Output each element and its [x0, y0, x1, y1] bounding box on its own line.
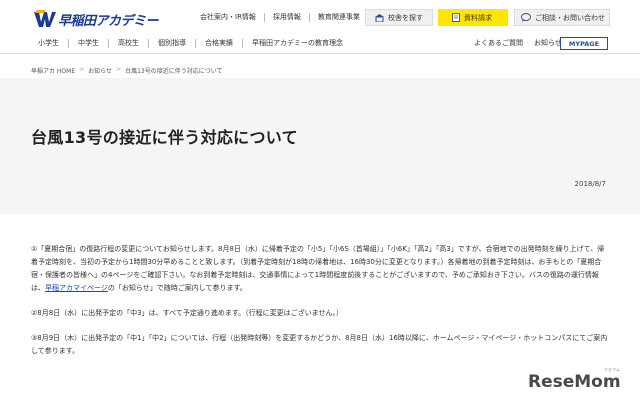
- contact-button[interactable]: ご相談・お問い合わせ: [514, 9, 610, 26]
- paragraph-1: ①「夏期合宿」の復路行程の変更についてお知らせします。8月8日（水）に帰着予定の…: [31, 243, 611, 295]
- article-body: ①「夏期合宿」の復路行程の変更についてお知らせします。8月8日（水）に帰着予定の…: [31, 243, 611, 370]
- speech-bubble-icon: [521, 13, 531, 22]
- nav-item-results[interactable]: 合格実績: [195, 39, 242, 48]
- global-nav: 小学生 中学生 高校生 個別指導 合格実績 早稲田アカデミーの教育理念 よくある…: [0, 34, 640, 54]
- nav-item-news[interactable]: お知らせ: [534, 39, 562, 48]
- nav-item-philosophy[interactable]: 早稲田アカデミーの教育理念: [242, 39, 352, 48]
- nav-item-individual[interactable]: 個別指導: [148, 39, 195, 48]
- mypage-button[interactable]: MYPAGE: [560, 37, 608, 50]
- school-building-icon: [375, 13, 384, 22]
- global-nav-items: 小学生 中学生 高校生 個別指導 合格実績 早稲田アカデミーの教育理念: [30, 39, 352, 48]
- resemom-watermark-sub: リセマム: [604, 367, 620, 372]
- paragraph-2: ②8月8日（水）に出発予定の「中3」は、すべて予定通り進めます。（行程に変更はご…: [31, 309, 343, 317]
- breadcrumb-separator: >: [116, 66, 122, 73]
- sub-nav: よくあるご質問 お知らせ: [474, 39, 573, 48]
- logo-w-icon: [34, 10, 56, 27]
- top-link-recruit[interactable]: 採用情報: [263, 13, 309, 22]
- nav-item-faq[interactable]: よくあるご質問: [474, 39, 523, 48]
- top-links: 会社案内・IR情報 採用情報 教育関連事業: [192, 13, 368, 22]
- material-request-button[interactable]: 資料請求: [438, 9, 508, 26]
- breadcrumb: 早稲アカ HOME > お知らせ > 台風13号の接近に伴う対応について: [31, 66, 223, 75]
- site-logo[interactable]: 早稲田アカデミー: [34, 9, 159, 29]
- article-date: 2018/8/7: [574, 180, 606, 188]
- contact-label: ご相談・お問い合わせ: [535, 13, 605, 22]
- school-search-label: 校舎を探す: [388, 13, 423, 22]
- breadcrumb-news[interactable]: お知らせ: [88, 66, 112, 75]
- page-title: 台風13号の接近に伴う対応について: [31, 128, 298, 147]
- mypage-link[interactable]: 早稲アカマイページ: [45, 284, 108, 292]
- breadcrumb-separator: >: [79, 66, 85, 73]
- nav-item-elementary[interactable]: 小学生: [30, 39, 68, 48]
- material-request-label: 資料請求: [464, 13, 492, 22]
- top-link-company[interactable]: 会社案内・IR情報: [192, 13, 264, 22]
- logo-text: 早稲田アカデミー: [58, 13, 159, 29]
- resemom-watermark: ReseMom: [528, 372, 621, 392]
- paragraph-3: ③8月9日（木）に出発予定の「中1」「中2」については、行程（出発時刻等）を変更…: [31, 334, 608, 355]
- school-search-button[interactable]: 校舎を探す: [365, 9, 433, 26]
- nav-item-junior-high[interactable]: 中学生: [68, 39, 108, 48]
- nav-item-high-school[interactable]: 高校生: [108, 39, 148, 48]
- header-top: 早稲田アカデミー 会社案内・IR情報 採用情報 教育関連事業 校舎を探す 資料請…: [0, 0, 640, 34]
- top-link-education[interactable]: 教育関連事業: [308, 13, 368, 22]
- breadcrumb-home[interactable]: 早稲アカ HOME: [31, 66, 75, 75]
- paragraph-1-tail: の「お知らせ」で随時ご案内して参ります。: [107, 284, 247, 292]
- breadcrumb-current: 台風13号の接近に伴う対応について: [125, 68, 223, 75]
- document-icon: [452, 13, 460, 22]
- title-band: 台風13号の接近に伴う対応について 2018/8/7: [0, 78, 640, 214]
